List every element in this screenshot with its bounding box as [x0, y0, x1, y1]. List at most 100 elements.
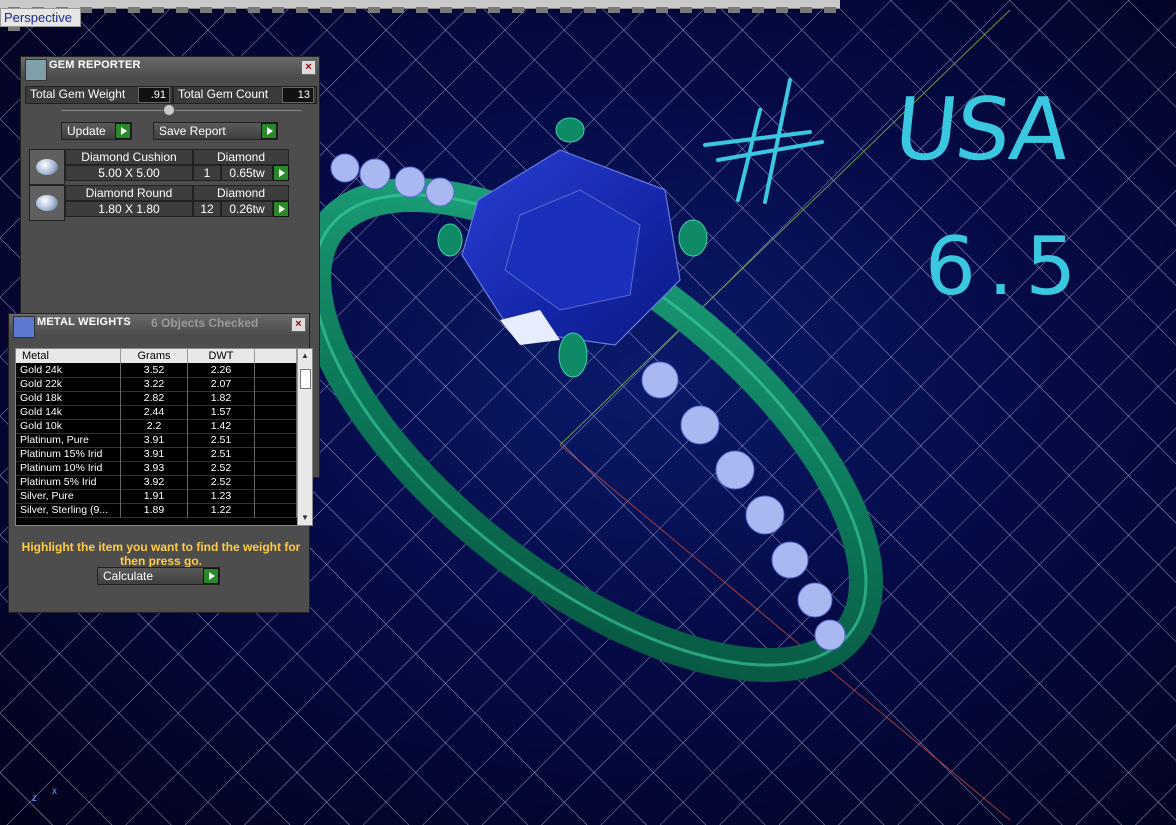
- toolbar-icon[interactable]: [80, 7, 92, 13]
- cell-dwt: 2.07: [188, 377, 255, 392]
- table-row[interactable]: Platinum 15% Irid 3.91 2.51: [16, 447, 297, 462]
- table-row[interactable]: Platinum 10% Irid 3.93 2.52: [16, 461, 297, 476]
- toolbar-icon[interactable]: [368, 7, 380, 13]
- cell-metal: Gold 10k: [16, 419, 121, 434]
- toolbar-icon[interactable]: [536, 7, 548, 13]
- toolbar-icon[interactable]: [488, 7, 500, 13]
- slider-handle[interactable]: [163, 104, 175, 116]
- flask-icon: [13, 316, 35, 338]
- update-button-label: Update: [67, 124, 106, 138]
- cell-extra: [255, 503, 297, 518]
- close-icon[interactable]: ×: [291, 317, 306, 332]
- gem-material: Diamond: [193, 149, 289, 165]
- cell-metal: Gold 18k: [16, 391, 121, 406]
- toolbar-icon[interactable]: [392, 7, 404, 13]
- column-header-extra[interactable]: [255, 349, 297, 363]
- toolbar-icon[interactable]: [320, 7, 332, 13]
- cell-dwt: 2.52: [188, 461, 255, 476]
- table-row[interactable]: Gold 24k 3.52 2.26: [16, 363, 297, 378]
- toolbar-icon[interactable]: [800, 7, 812, 13]
- cell-extra: [255, 405, 297, 420]
- cell-dwt: 1.22: [188, 503, 255, 518]
- toolbar-icon[interactable]: [728, 7, 740, 13]
- toolbar-icon[interactable]: [224, 7, 236, 13]
- table-row[interactable]: Gold 22k 3.22 2.07: [16, 377, 297, 392]
- table-row[interactable]: Silver, Sterling (9... 1.89 1.22: [16, 503, 297, 518]
- gem-reporter-title: GEM REPORTER: [49, 59, 141, 71]
- toolbar-icon[interactable]: [152, 7, 164, 13]
- toolbar-icon[interactable]: [824, 7, 836, 13]
- toolbar-icon[interactable]: [704, 7, 716, 13]
- metal-weights-table[interactable]: Metal Grams DWT Gold 24k 3.52 2.26 Gold 22…: [15, 348, 313, 526]
- metal-weights-titlebar[interactable]: METAL WEIGHTS 6 Objects Checked ×: [9, 314, 309, 338]
- total-gem-count-label: Total Gem Count: [178, 87, 269, 101]
- gem-reporter-titlebar[interactable]: GEM REPORTER ×: [21, 57, 319, 81]
- toolbar-icon[interactable]: [104, 7, 116, 13]
- close-icon[interactable]: ×: [301, 60, 316, 75]
- toolbar-icon[interactable]: [344, 7, 356, 13]
- divider: [61, 110, 301, 111]
- toolbar-icon[interactable]: [248, 7, 260, 13]
- diamond-cushion-icon: [29, 149, 65, 185]
- total-gem-weight-value: .91: [138, 87, 170, 103]
- calculate-dropdown[interactable]: Calculate: [97, 567, 220, 585]
- toolbar-icon[interactable]: [200, 7, 212, 13]
- table-row[interactable]: Silver, Pure 1.91 1.23: [16, 489, 297, 504]
- cell-extra: [255, 489, 297, 504]
- table-row[interactable]: Platinum 5% Irid 3.92 2.52: [16, 475, 297, 490]
- toolbar-icon[interactable]: [128, 7, 140, 13]
- toolbar-icon[interactable]: [464, 7, 476, 13]
- toolbar-icon[interactable]: [440, 7, 452, 13]
- update-button[interactable]: Update: [61, 122, 132, 140]
- toolbar-icon[interactable]: [512, 7, 524, 13]
- go-arrow-icon[interactable]: [115, 123, 131, 139]
- scroll-down-icon[interactable]: ▼: [298, 511, 312, 525]
- cell-metal: Platinum, Pure: [16, 433, 121, 448]
- toolbar-icon[interactable]: [176, 7, 188, 13]
- cell-metal: Platinum 5% Irid: [16, 475, 121, 490]
- go-arrow-icon[interactable]: [273, 165, 289, 181]
- toolbar-icon[interactable]: [296, 7, 308, 13]
- go-arrow-icon[interactable]: [273, 201, 289, 217]
- go-arrow-icon[interactable]: [203, 568, 219, 584]
- toolbar-strip[interactable]: [0, 0, 840, 31]
- cell-grams: 2.44: [121, 405, 188, 420]
- toolbar-icon[interactable]: [608, 7, 620, 13]
- total-gem-weight-row: Total Gem Weight .91: [25, 86, 173, 104]
- toolbar-icon[interactable]: [584, 7, 596, 13]
- viewport-tab-perspective[interactable]: Perspective: [0, 8, 81, 27]
- scroll-thumb[interactable]: [300, 369, 311, 389]
- gem-reporter-icon: [25, 59, 47, 81]
- metal-weights-title: METAL WEIGHTS: [37, 316, 131, 328]
- toolbar-icon[interactable]: [656, 7, 668, 13]
- gem-name: Diamond Cushion: [65, 149, 193, 165]
- save-report-button[interactable]: Save Report: [153, 122, 278, 140]
- gem-qty: 1: [193, 165, 221, 181]
- toolbar-icon[interactable]: [680, 7, 692, 13]
- gem-row[interactable]: Diamond Cushion Diamond 5.00 X 5.00 1 0.…: [29, 149, 309, 185]
- cell-grams: 3.91: [121, 433, 188, 448]
- gem-qty: 12: [193, 201, 221, 217]
- table-scrollbar[interactable]: ▲ ▼: [297, 349, 312, 525]
- column-header-dwt[interactable]: DWT: [188, 349, 255, 363]
- table-row[interactable]: Gold 10k 2.2 1.42: [16, 419, 297, 434]
- table-row[interactable]: Gold 18k 2.82 1.82: [16, 391, 297, 406]
- toolbar-icon[interactable]: [752, 7, 764, 13]
- toolbar-icon[interactable]: [776, 7, 788, 13]
- column-header-metal[interactable]: Metal: [16, 349, 121, 363]
- toolbar-icon[interactable]: [632, 7, 644, 13]
- go-arrow-icon[interactable]: [261, 123, 277, 139]
- table-row[interactable]: Platinum, Pure 3.91 2.51: [16, 433, 297, 448]
- gem-row[interactable]: Diamond Round Diamond 1.80 X 1.80 12 0.2…: [29, 185, 309, 221]
- toolbar-icon[interactable]: [560, 7, 572, 13]
- toolbar-icon[interactable]: [416, 7, 428, 13]
- cell-metal: Silver, Pure: [16, 489, 121, 504]
- cell-dwt: 1.23: [188, 489, 255, 504]
- table-row[interactable]: Gold 14k 2.44 1.57: [16, 405, 297, 420]
- scroll-up-icon[interactable]: ▲: [298, 349, 312, 363]
- column-header-grams[interactable]: Grams: [121, 349, 188, 363]
- toolbar-icon[interactable]: [272, 7, 284, 13]
- axis-x-label: x: [52, 786, 57, 797]
- cell-extra: [255, 475, 297, 490]
- cell-extra: [255, 391, 297, 406]
